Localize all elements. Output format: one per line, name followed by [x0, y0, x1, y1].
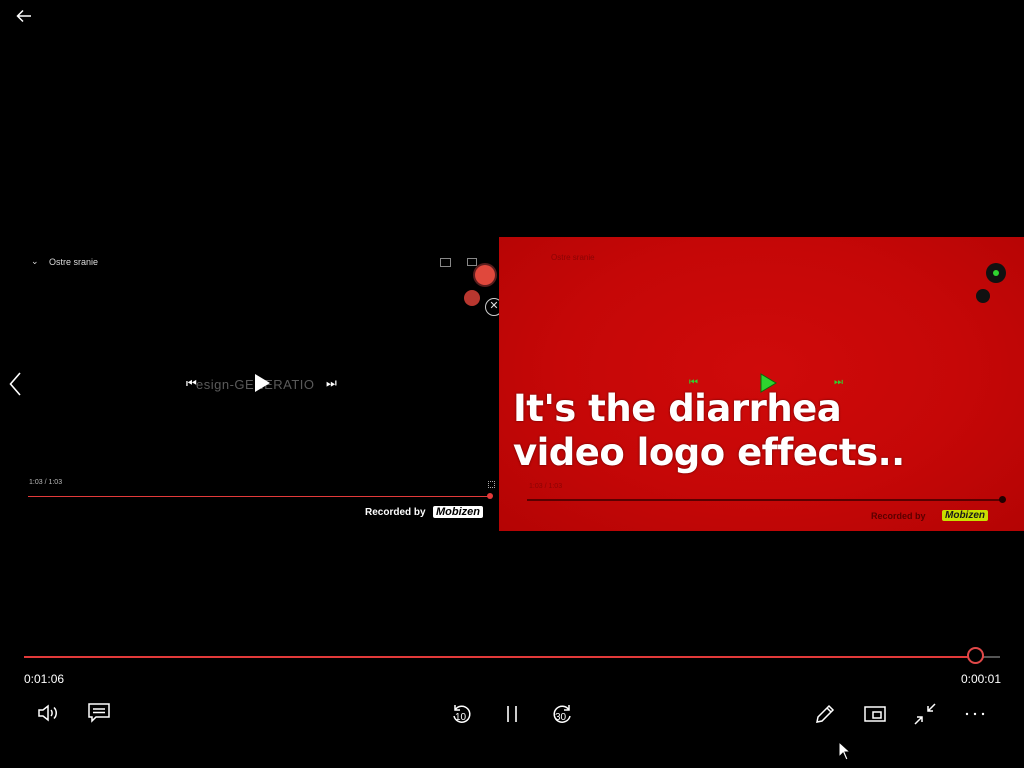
pause-button[interactable]	[498, 700, 526, 728]
skip-back-button[interactable]: 10	[447, 700, 477, 728]
skip-next-icon: ⏭	[326, 376, 337, 390]
overlay-progress-thumb	[999, 496, 1006, 503]
embedded-video-title: Ostre sranie	[49, 257, 99, 267]
caption-line-1: It's the diarrhea	[513, 387, 842, 430]
chevron-down-icon: ⌄	[31, 256, 39, 266]
skip-forward-button[interactable]: 30	[547, 700, 577, 728]
overlay-record-icon	[976, 289, 990, 303]
edit-button[interactable]	[811, 700, 839, 728]
arrow-left-icon	[16, 9, 31, 23]
mouse-cursor-icon	[838, 741, 850, 761]
embedded-progress-thumb	[487, 493, 493, 499]
overlay-watermark-prefix: Recorded by	[871, 511, 926, 521]
fullscreen-small-icon	[488, 481, 495, 488]
seek-bar[interactable]	[24, 656, 1000, 658]
remaining-time: 0:00:01	[960, 672, 1001, 686]
exit-fullscreen-icon	[914, 703, 936, 725]
mini-view-button[interactable]	[861, 700, 889, 728]
elapsed-time: 0:01:06	[24, 672, 65, 686]
previous-item-button[interactable]	[4, 368, 26, 400]
skip-forward-seconds: 30	[555, 712, 567, 723]
watermark-brand: Mobizen	[433, 506, 483, 518]
back-button[interactable]	[10, 4, 38, 28]
play-icon	[255, 374, 270, 392]
pencil-icon	[816, 704, 835, 723]
overlay-progress-bar	[527, 499, 1005, 501]
floating-close-icon: ✕	[485, 298, 500, 316]
pause-icon	[507, 706, 517, 722]
overlay-top-label: Ostre sranie	[551, 253, 595, 262]
embedded-video-frame: ⌄ Ostre sranie ✕ ⏮ esign-GENERATIO ⏭ 1:0…	[0, 240, 500, 530]
seek-bar-remaining	[984, 656, 1000, 658]
watermark-prefix: Recorded by	[365, 507, 426, 518]
embedded-progress-bar	[28, 496, 490, 497]
red-overlay-video: Ostre sranie ⏮ ⏭ It's the diarrhea video…	[499, 237, 1024, 531]
subtitles-icon	[88, 703, 110, 723]
floating-record-icon	[464, 290, 480, 306]
captions-icon	[467, 258, 477, 266]
volume-button[interactable]	[34, 700, 64, 726]
seek-thumb[interactable]	[967, 647, 984, 664]
cast-icon	[440, 258, 451, 267]
chevron-left-icon	[9, 372, 21, 396]
subtitles-button[interactable]	[84, 700, 114, 726]
overlay-bubble-dot-icon	[993, 270, 999, 276]
exit-fullscreen-button[interactable]	[911, 700, 939, 728]
more-icon	[965, 712, 985, 716]
caption-line-2: video logo effects..	[513, 431, 905, 474]
floating-bubble-icon	[475, 265, 495, 285]
overlay-caption: It's the diarrhea video logo effects..	[513, 387, 1023, 475]
mini-view-icon	[864, 706, 886, 722]
skip-back-seconds: 10	[455, 712, 467, 723]
embedded-video-time: 1:03 / 1:03	[29, 479, 63, 486]
more-options-button[interactable]	[961, 700, 989, 728]
overlay-watermark-brand: Mobizen	[942, 510, 988, 521]
overlay-bottom-time: 1:03 / 1:03	[529, 483, 563, 490]
volume-icon	[38, 704, 57, 722]
